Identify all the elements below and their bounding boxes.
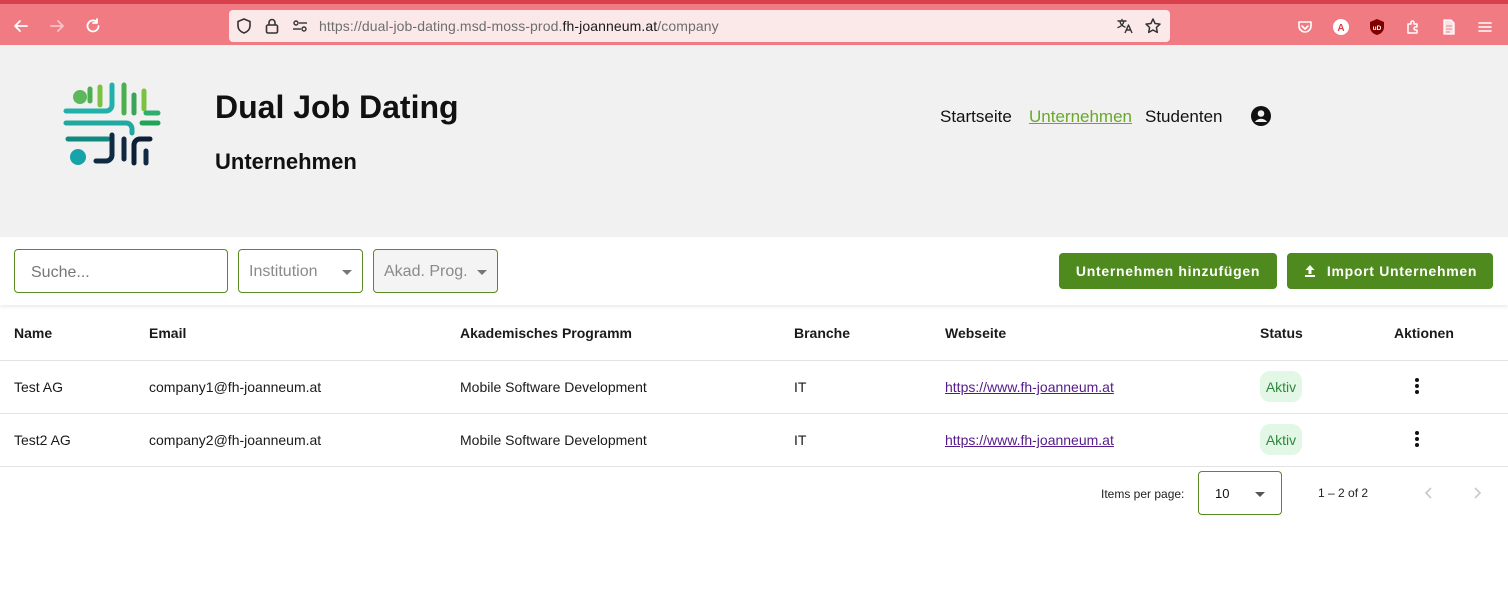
url-text[interactable]: https://dual-job-dating.msd-moss-prod.fh… — [319, 18, 719, 34]
table-header-row: Name Email Akademisches Programm Branche… — [0, 305, 1508, 361]
table-row[interactable]: Test2 AG company2@fh-joanneum.at Mobile … — [0, 414, 1508, 467]
cell-program: Mobile Software Development — [460, 432, 647, 448]
account-circle-icon[interactable] — [1250, 105, 1272, 127]
import-companies-button-label: Import Unternehmen — [1326, 263, 1478, 279]
chevron-left-icon — [1424, 487, 1432, 499]
column-header-website[interactable]: Webseite — [945, 325, 1006, 341]
search-field[interactable] — [14, 249, 228, 293]
svg-text:A: A — [1337, 23, 1344, 34]
url-bar[interactable]: https://dual-job-dating.msd-moss-prod.fh… — [229, 10, 1170, 42]
column-header-status[interactable]: Status — [1260, 325, 1303, 341]
status-badge: Aktiv — [1260, 371, 1302, 402]
upload-icon — [1304, 265, 1315, 277]
chevron-down-icon — [1255, 492, 1265, 497]
arrow-right-icon — [50, 20, 64, 32]
cell-website-link[interactable]: https://www.fh-joanneum.at — [945, 379, 1114, 395]
back-button[interactable] — [8, 13, 34, 39]
shield-icon[interactable] — [235, 17, 253, 35]
cell-branch: IT — [794, 379, 807, 395]
hamburger-menu-icon[interactable] — [1474, 16, 1496, 38]
reload-button[interactable] — [80, 13, 106, 39]
app-header: Dual Job Dating Unternehmen Startseite U… — [0, 45, 1508, 237]
app-title: Dual Job Dating — [215, 89, 459, 125]
puzzle-icon[interactable] — [1402, 16, 1424, 38]
url-path: /company — [657, 18, 719, 34]
column-header-actions: Aktionen — [1394, 325, 1454, 341]
star-icon[interactable] — [1144, 17, 1162, 35]
add-company-button-label: Unternehmen hinzufügen — [1075, 263, 1261, 279]
app-logo[interactable] — [62, 79, 166, 171]
items-per-page-select[interactable]: 10 — [1198, 471, 1282, 515]
table-row[interactable]: Test AG company1@fh-joanneum.at Mobile S… — [0, 361, 1508, 414]
cell-website-link[interactable]: https://www.fh-joanneum.at — [945, 432, 1114, 448]
permissions-icon[interactable] — [291, 17, 309, 35]
page-icon[interactable] — [1438, 16, 1460, 38]
chevron-down-icon — [342, 270, 352, 275]
url-domain: fh-joanneum.at — [562, 18, 658, 34]
reload-icon — [86, 18, 100, 33]
cell-email: company1@fh-joanneum.at — [149, 379, 322, 395]
browser-toolbar: https://dual-job-dating.msd-moss-prod.fh… — [0, 0, 1508, 45]
nav-link-companies[interactable]: Unternehmen — [1029, 107, 1132, 127]
column-header-program[interactable]: Akademisches Programm — [460, 325, 632, 341]
institution-select-label: Institution — [249, 263, 318, 280]
column-header-branch[interactable]: Branche — [794, 325, 850, 341]
column-header-email[interactable]: Email — [149, 325, 186, 341]
search-input[interactable] — [31, 264, 211, 282]
url-prefix: https://dual-job-dating.msd-moss-prod. — [319, 18, 563, 34]
program-select-label: Akad. Prog. — [384, 263, 468, 280]
status-badge: Aktiv — [1260, 424, 1302, 455]
svg-text:uD: uD — [1373, 25, 1382, 32]
companies-table: Name Email Akademisches Programm Branche… — [0, 305, 1508, 467]
lock-icon[interactable] — [263, 17, 281, 35]
more-vert-icon — [1415, 431, 1419, 447]
cell-branch: IT — [794, 432, 807, 448]
program-select[interactable]: Akad. Prog. — [373, 249, 498, 293]
translate-icon[interactable] — [1116, 17, 1134, 35]
paginator: Items per page: 10 1 – 2 of 2 — [0, 466, 1508, 522]
page-title: Unternehmen — [215, 149, 357, 174]
ublock-icon[interactable]: uD — [1366, 16, 1388, 38]
forward-button[interactable] — [44, 13, 70, 39]
nav-link-home[interactable]: Startseite — [940, 107, 1012, 127]
chevron-down-icon — [477, 270, 487, 275]
cell-program: Mobile Software Development — [460, 379, 647, 395]
account-extension-icon[interactable]: A — [1330, 16, 1352, 38]
items-per-page-label: Items per page: — [1101, 487, 1185, 501]
filter-bar: Institution Akad. Prog. Unternehmen hinz… — [0, 237, 1508, 305]
cell-email: company2@fh-joanneum.at — [149, 432, 322, 448]
import-companies-button[interactable]: Import Unternehmen — [1287, 253, 1493, 289]
page-range-label: 1 – 2 of 2 — [1318, 486, 1369, 500]
pocket-icon[interactable] — [1294, 16, 1316, 38]
more-vert-icon — [1415, 378, 1419, 394]
previous-page-button[interactable] — [1418, 482, 1440, 504]
items-per-page-value: 10 — [1215, 486, 1230, 501]
institution-select[interactable]: Institution — [238, 249, 363, 293]
next-page-button[interactable] — [1466, 482, 1488, 504]
chevron-right-icon — [1474, 487, 1482, 499]
more-actions-button[interactable] — [1408, 428, 1426, 450]
arrow-left-icon — [14, 20, 28, 32]
cell-name: Test AG — [14, 379, 64, 395]
add-company-button[interactable]: Unternehmen hinzufügen — [1059, 253, 1277, 289]
column-header-name[interactable]: Name — [14, 325, 52, 341]
nav-link-students[interactable]: Studenten — [1145, 107, 1223, 127]
cell-name: Test2 AG — [14, 432, 71, 448]
more-actions-button[interactable] — [1408, 375, 1426, 397]
